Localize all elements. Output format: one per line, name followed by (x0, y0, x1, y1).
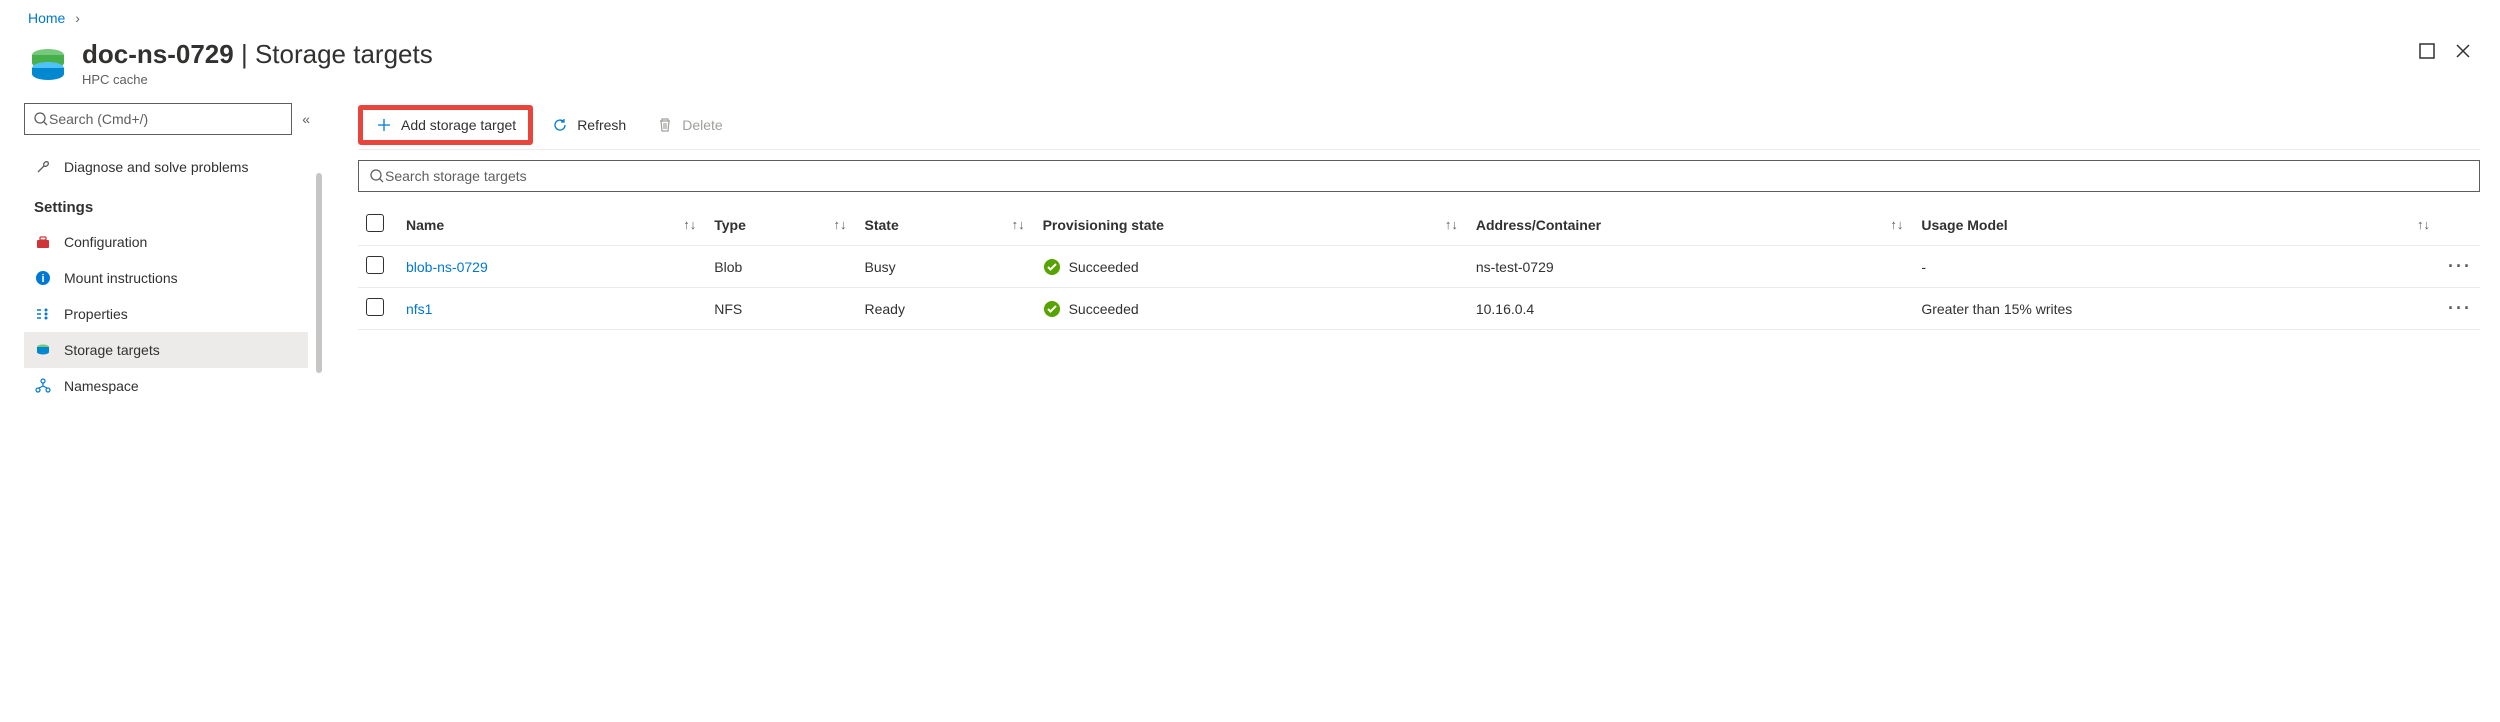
sidebar-item-properties[interactable]: Properties (24, 296, 308, 332)
col-address[interactable]: Address/Container↑↓ (1468, 204, 1914, 246)
row-menu-button[interactable]: ··· (2440, 288, 2480, 330)
sidebar-item-diagnose[interactable]: Diagnose and solve problems (24, 149, 308, 185)
trash-icon (656, 116, 674, 134)
cell-provisioning: Succeeded (1043, 300, 1460, 318)
cell-usage: - (1913, 246, 2440, 288)
col-name[interactable]: Name↑↓ (398, 204, 706, 246)
sidebar-item-label: Diagnose and solve problems (64, 159, 248, 175)
toolbar: Add storage target Refresh Delete (358, 103, 2480, 147)
cell-type: Blob (706, 246, 856, 288)
storage-targets-table: Name↑↓ Type↑↓ State↑↓ Provisioning state… (358, 204, 2480, 330)
row-menu-button[interactable]: ··· (2440, 246, 2480, 288)
cell-type: NFS (706, 288, 856, 330)
search-icon (33, 111, 49, 127)
row-checkbox[interactable] (366, 298, 384, 316)
breadcrumb-home[interactable]: Home (28, 10, 65, 26)
cell-address: ns-test-0729 (1468, 246, 1914, 288)
add-button-highlight: Add storage target (358, 105, 533, 145)
col-type[interactable]: Type↑↓ (706, 204, 856, 246)
filter-input[interactable] (385, 168, 2469, 184)
success-icon (1043, 300, 1061, 318)
cell-usage: Greater than 15% writes (1913, 288, 2440, 330)
page-title: doc-ns-0729 | Storage targets (82, 38, 2418, 70)
breadcrumb: Home › (0, 0, 2500, 32)
sidebar-item-configuration[interactable]: Configuration (24, 224, 308, 260)
table-row[interactable]: nfs1 NFS Ready Succeeded 10.16.0.4 Great… (358, 288, 2480, 330)
refresh-button[interactable]: Refresh (539, 110, 638, 140)
search-icon (369, 168, 385, 184)
col-usage[interactable]: Usage Model↑↓ (1913, 204, 2440, 246)
sidebar-item-storage-targets[interactable]: Storage targets (24, 332, 308, 368)
collapse-sidebar-icon[interactable]: « (302, 111, 310, 127)
sidebar-scrollbar[interactable] (316, 173, 322, 373)
close-icon[interactable] (2454, 42, 2472, 60)
target-link[interactable]: blob-ns-0729 (406, 259, 488, 275)
sidebar-item-label: Mount instructions (64, 270, 178, 286)
properties-icon (34, 306, 52, 322)
main-content: Add storage target Refresh Delete Name↑↓ (322, 103, 2500, 404)
sidebar-item-namespace[interactable]: Namespace (24, 368, 308, 404)
svg-text:i: i (41, 273, 44, 285)
plus-icon (375, 116, 393, 134)
sort-icon: ↑↓ (1445, 217, 1458, 232)
sidebar-item-mount[interactable]: i Mount instructions (24, 260, 308, 296)
sort-icon: ↑↓ (683, 217, 696, 232)
success-icon (1043, 258, 1061, 276)
sidebar-search-input[interactable] (49, 111, 283, 127)
sidebar-search[interactable] (24, 103, 292, 135)
filter-search[interactable] (358, 160, 2480, 192)
resource-type: HPC cache (82, 72, 2418, 87)
chevron-right-icon: › (75, 10, 80, 26)
sort-icon: ↑↓ (2417, 217, 2430, 232)
toolbox-icon (34, 234, 52, 250)
sidebar-item-label: Namespace (64, 378, 139, 394)
cell-state: Busy (857, 246, 1035, 288)
sidebar-item-label: Properties (64, 306, 128, 322)
sort-icon: ↑↓ (1012, 217, 1025, 232)
delete-button: Delete (644, 110, 734, 140)
wrench-icon (34, 159, 52, 175)
cell-state: Ready (857, 288, 1035, 330)
col-provisioning[interactable]: Provisioning state↑↓ (1035, 204, 1468, 246)
sort-icon: ↑↓ (834, 217, 847, 232)
maximize-icon[interactable] (2418, 42, 2436, 60)
sidebar-section-settings: Settings (24, 185, 322, 224)
sidebar-item-label: Storage targets (64, 342, 160, 358)
row-checkbox[interactable] (366, 256, 384, 274)
info-icon: i (34, 270, 52, 286)
target-link[interactable]: nfs1 (406, 301, 432, 317)
sort-icon: ↑↓ (1890, 217, 1903, 232)
col-state[interactable]: State↑↓ (857, 204, 1035, 246)
blade-header: doc-ns-0729 | Storage targets HPC cache (0, 32, 2500, 103)
refresh-icon (551, 116, 569, 134)
add-storage-target-button[interactable]: Add storage target (363, 110, 528, 140)
namespace-icon (34, 378, 52, 394)
resource-icon (28, 42, 68, 82)
table-row[interactable]: blob-ns-0729 Blob Busy Succeeded ns-test… (358, 246, 2480, 288)
cell-address: 10.16.0.4 (1468, 288, 1914, 330)
sidebar: « Diagnose and solve problems Settings C… (24, 103, 322, 404)
sidebar-item-label: Configuration (64, 234, 147, 250)
disk-icon (34, 342, 52, 358)
select-all-checkbox[interactable] (366, 214, 384, 232)
cell-provisioning: Succeeded (1043, 258, 1460, 276)
